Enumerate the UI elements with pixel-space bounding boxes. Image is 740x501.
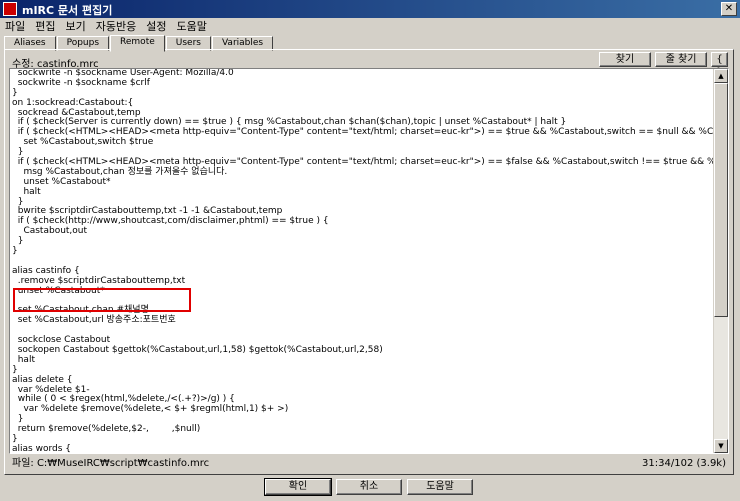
status-bar: 파일: C:₩MuseIRC₩script₩castinfo.mrc 31:34… — [9, 456, 729, 471]
menu-view[interactable]: 보기 — [61, 18, 91, 35]
code-line[interactable]: unset %Castabout* — [12, 177, 712, 188]
code-line[interactable]: alias words { — [12, 444, 712, 453]
code-line[interactable]: } — [12, 434, 712, 445]
window-title: mIRC 문서 편집기 — [22, 4, 113, 17]
code-line[interactable]: set %Castabout,switch $true — [12, 137, 712, 148]
close-button[interactable]: ✕ — [721, 2, 737, 16]
brace-match-button[interactable]: { } — [711, 52, 728, 78]
script-editor[interactable]: sockwrite -n $sockname User-Agent: Mozil… — [9, 68, 729, 454]
code-line[interactable]: } — [12, 246, 712, 257]
code-line[interactable]: } — [12, 236, 712, 247]
find-button[interactable]: 찾기 — [599, 52, 651, 67]
vertical-scrollbar[interactable]: ▲ ▼ — [713, 69, 728, 453]
code-line[interactable]: halt — [12, 355, 712, 366]
code-line[interactable]: msg %Castabout,chan 정보를 가져올수 없습니다. — [12, 167, 712, 178]
code-line[interactable]: .remove $scriptdirCastabouttemp,txt — [12, 276, 712, 287]
code-line[interactable] — [12, 326, 712, 336]
code-line[interactable]: Castabout,out — [12, 226, 712, 237]
cursor-position: 31:34/102 (3.9k) — [642, 458, 726, 469]
file-path: 파일: C:₩MuseIRC₩script₩castinfo.mrc — [12, 458, 210, 469]
mirc-app-icon — [3, 2, 17, 16]
tab-strip: Aliases Popups Remote Users Variables — [4, 35, 274, 52]
scroll-down-icon[interactable]: ▼ — [714, 439, 728, 453]
menu-bar: 파일 편집 보기 자동반응 설정 도움말 — [0, 18, 740, 35]
code-line[interactable]: } — [12, 365, 712, 376]
menu-auto-response[interactable]: 자동반응 — [91, 18, 141, 35]
menu-edit[interactable]: 편집 — [30, 18, 60, 35]
code-line[interactable] — [12, 257, 712, 267]
code-line[interactable]: alias delete { — [12, 375, 712, 386]
code-line[interactable]: var %delete $remove(%delete,< $+ $regml(… — [12, 404, 712, 415]
help-button[interactable]: 도움말 — [407, 479, 473, 495]
title-bar: mIRC 문서 편집기 ✕ — [0, 0, 740, 18]
scroll-thumb[interactable] — [714, 83, 728, 317]
cancel-button[interactable]: 취소 — [336, 479, 402, 495]
ok-button[interactable]: 확인 — [264, 478, 332, 496]
code-line[interactable]: set %Castabout,url 방송주소:포트번호 — [12, 315, 712, 326]
code-line[interactable]: if ( $check(http://www,shoutcast,com/dis… — [12, 216, 712, 227]
menu-file[interactable]: 파일 — [0, 18, 30, 35]
menu-settings[interactable]: 설정 — [141, 18, 171, 35]
find-line-button[interactable]: 줄 찾기 — [655, 52, 707, 67]
code-line[interactable]: return $remove(%delete,$2-, ,$null) — [12, 424, 712, 435]
scroll-up-icon[interactable]: ▲ — [714, 69, 728, 83]
code-line[interactable]: sockwrite -n $sockname $crlf — [12, 78, 712, 89]
highlight-box — [13, 288, 191, 312]
code-text[interactable]: sockwrite -n $sockname User-Agent: Mozil… — [12, 69, 728, 453]
code-line[interactable]: halt — [12, 187, 712, 198]
tab-remote[interactable]: Remote — [110, 35, 165, 52]
menu-help[interactable]: 도움말 — [171, 18, 211, 35]
code-line[interactable]: sockopen Castabout $gettok(%Castabout,ur… — [12, 345, 712, 356]
